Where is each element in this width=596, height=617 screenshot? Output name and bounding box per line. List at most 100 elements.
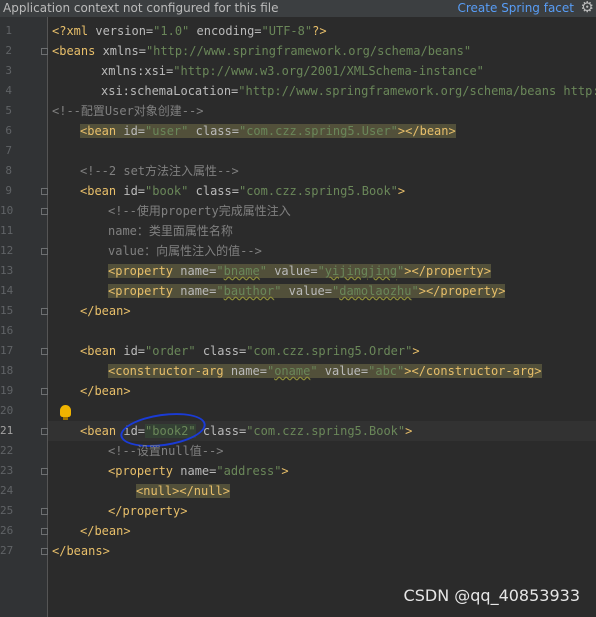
- line-number: 11: [0, 224, 14, 237]
- attr-name: version=: [88, 24, 154, 38]
- line-number: 25: [0, 504, 14, 517]
- fold-marker[interactable]: [41, 48, 48, 55]
- tag: <bean: [80, 184, 117, 198]
- lightbulb-icon[interactable]: [60, 405, 71, 420]
- fold-marker[interactable]: [41, 548, 48, 555]
- attr-value-quote: ": [411, 284, 419, 298]
- attr-value-quote: ": [259, 264, 267, 278]
- code-line-18[interactable]: <constructor-arg name="oname" value="abc…: [108, 361, 542, 381]
- attr-name: name=: [223, 364, 267, 378]
- code-line-8[interactable]: <!--2 set方法注入属性-->: [80, 161, 239, 181]
- attr-value: "user": [145, 124, 189, 138]
- attr-name: value=: [317, 364, 369, 378]
- tag: </bean>: [80, 384, 131, 398]
- attr-value: "com.czz.spring5.User": [238, 124, 398, 138]
- tag: <property: [108, 264, 174, 278]
- fold-marker[interactable]: [41, 208, 48, 215]
- attr-name: value=: [266, 264, 318, 278]
- attr-value: "http://www.w3.org/2001/XMLSchema-instan…: [173, 64, 484, 78]
- fold-marker[interactable]: [41, 388, 48, 395]
- code-line-22[interactable]: <!--设置null值-->: [108, 441, 223, 461]
- line-number: 3: [5, 64, 12, 77]
- code-line-2[interactable]: <beans xmlns="http://www.springframework…: [52, 41, 471, 61]
- fold-marker[interactable]: [41, 428, 48, 435]
- tag: ></property>: [418, 284, 506, 298]
- highlighted-property: <property name="bname" value="yijingjing…: [108, 264, 491, 278]
- attr-value: "book": [145, 184, 189, 198]
- code-line-19[interactable]: </bean>: [80, 381, 131, 401]
- code-line-1[interactable]: <?xml version="1.0" encoding="UTF-8"?>: [52, 21, 327, 41]
- line-number: 8: [5, 164, 12, 177]
- code-line-24[interactable]: <null></null>: [136, 481, 230, 501]
- highlighted-constructor-arg: <constructor-arg name="oname" value="abc…: [108, 364, 542, 378]
- tag: ></constructor-arg>: [404, 364, 542, 378]
- code-line-9[interactable]: <bean id="book" class="com.czz.spring5.B…: [80, 181, 405, 201]
- line-number: 22: [0, 444, 14, 457]
- attr-name: value=: [281, 284, 333, 298]
- gear-icon[interactable]: ⚙: [581, 0, 594, 15]
- code-line-15[interactable]: </bean>: [80, 301, 131, 321]
- tag: <property: [108, 464, 174, 478]
- tag: </bean>: [80, 524, 131, 538]
- attr-value: "order": [145, 344, 196, 358]
- code-line-23[interactable]: <property name="address">: [108, 461, 289, 481]
- attr-name: class=: [188, 184, 239, 198]
- line-number: 26: [0, 524, 14, 537]
- line-number: 15: [0, 304, 14, 317]
- watermark: CSDN @qq_40853933: [403, 586, 580, 605]
- line-number: 24: [0, 484, 14, 497]
- line-number-current: 21: [0, 424, 14, 437]
- code-line-14[interactable]: <property name="bauthor" value="damolaoz…: [108, 281, 506, 301]
- attr-value: "abc": [368, 364, 405, 378]
- fold-marker[interactable]: [41, 468, 48, 475]
- fold-marker[interactable]: [41, 528, 48, 535]
- fold-marker[interactable]: [41, 348, 48, 355]
- fold-marker[interactable]: [41, 308, 48, 315]
- attr-value-quote: ": [317, 264, 325, 278]
- code-line-10[interactable]: <!--使用property完成属性注入: [108, 201, 291, 221]
- line-number: 9: [5, 184, 12, 197]
- tag: </beans>: [52, 544, 110, 558]
- attr-value-quote: ": [216, 264, 224, 278]
- attr-value: damolaozhu: [339, 284, 412, 298]
- create-spring-facet-link[interactable]: Create Spring facet: [458, 0, 575, 16]
- tag: <beans: [52, 44, 96, 58]
- attr-value: "com.czz.spring5.Book": [246, 424, 406, 438]
- comment: <!--2 set方法注入属性-->: [80, 164, 239, 178]
- attr-name: name=: [173, 464, 217, 478]
- line-number: 17: [0, 344, 14, 357]
- code-line-5[interactable]: <!--配置User对象创建-->: [52, 101, 203, 121]
- fold-marker[interactable]: [41, 188, 48, 195]
- attr-name: class=: [195, 344, 247, 358]
- attr-name: name=: [173, 284, 217, 298]
- comment: value：向属性注入的值-->: [108, 244, 262, 258]
- null-tag: <null></null>: [136, 484, 230, 498]
- code-line-3[interactable]: xmlns:xsi="http://www.w3.org/2001/XMLSch…: [101, 61, 484, 81]
- tag: <bean: [80, 424, 117, 438]
- tag: ></bean>: [397, 124, 456, 138]
- code-line-26[interactable]: </bean>: [80, 521, 131, 541]
- attr-value-quote: ": [310, 364, 318, 378]
- line-number: 1: [5, 24, 12, 37]
- xml-decl-close: ?>: [312, 24, 327, 38]
- code-line-12[interactable]: value：向属性注入的值-->: [108, 241, 262, 261]
- code-line-25[interactable]: </property>: [108, 501, 187, 521]
- code-line-11[interactable]: name：类里面属性名称: [108, 221, 233, 241]
- fold-marker[interactable]: [41, 508, 48, 515]
- xml-decl-open: <?xml: [52, 24, 89, 38]
- code-line-13[interactable]: <property name="bname" value="yijingjing…: [108, 261, 491, 281]
- comment: <!--配置User对象创建-->: [52, 104, 204, 118]
- line-number: 2: [5, 44, 12, 57]
- tag: </bean>: [80, 304, 131, 318]
- code-line-27[interactable]: </beans>: [52, 541, 110, 561]
- code-line-17[interactable]: <bean id="order" class="com.czz.spring5.…: [80, 341, 420, 361]
- tag: >: [412, 344, 420, 358]
- line-number: 18: [0, 364, 14, 377]
- comment: <!--使用property完成属性注入: [108, 204, 291, 218]
- fold-marker[interactable]: [41, 248, 48, 255]
- highlighted-property: <property name="bauthor" value="damolaoz…: [108, 284, 506, 298]
- line-number: 10: [0, 204, 14, 217]
- code-line-4[interactable]: xsi:schemaLocation="http://www.springfra…: [101, 81, 596, 101]
- code-line-6[interactable]: <bean id="user" class="com.czz.spring5.U…: [80, 121, 456, 141]
- line-number: 5: [5, 104, 12, 117]
